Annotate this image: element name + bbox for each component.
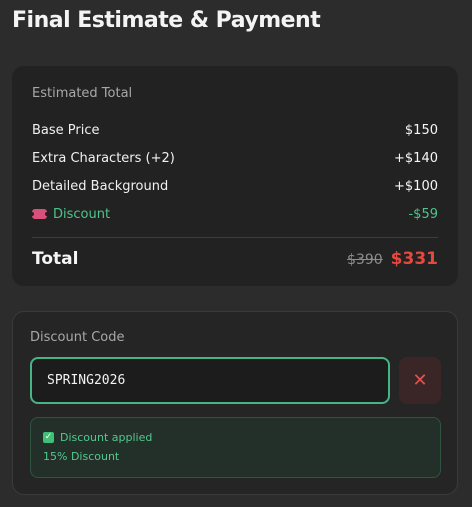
- close-icon: ✕: [412, 370, 428, 391]
- discount-status-box: ✓ Discount applied 15% Discount: [30, 417, 441, 478]
- line-item-amount: +$140: [394, 150, 438, 166]
- original-price: $390: [347, 252, 383, 268]
- ticket-icon: [30, 209, 49, 219]
- line-item-amount: $150: [404, 122, 438, 138]
- discount-name: Discount: [53, 206, 111, 222]
- status-message: Discount applied: [60, 430, 153, 444]
- discount-code-card: Discount Code ✕ ✓ Discount applied 15% D…: [12, 311, 458, 495]
- line-item-discount: Discount -$59: [30, 200, 438, 228]
- total-label: Total: [32, 249, 79, 269]
- line-item-amount: +$100: [394, 178, 438, 194]
- estimate-card: Estimated Total Base Price $150 Extra Ch…: [12, 66, 458, 286]
- total-values: $390 $331: [347, 249, 438, 269]
- estimated-total-label: Estimated Total: [32, 86, 133, 101]
- final-price: $331: [390, 249, 438, 269]
- line-item-extra-characters: Extra Characters (+2) +$140: [32, 144, 438, 172]
- clear-code-button[interactable]: ✕: [399, 357, 441, 404]
- discount-code-input[interactable]: [30, 357, 390, 404]
- line-item-name: Base Price: [32, 122, 100, 138]
- discount-code-label: Discount Code: [30, 330, 125, 345]
- total-row: Total $390 $331: [32, 238, 438, 280]
- page: Final Estimate & Payment Estimated Total…: [0, 0, 472, 507]
- line-item-detailed-background: Detailed Background +$100: [32, 172, 438, 200]
- line-item-base-price: Base Price $150: [32, 116, 438, 144]
- line-item-name: Detailed Background: [32, 178, 169, 194]
- status-line: ✓ Discount applied: [43, 430, 428, 444]
- check-icon: ✓: [43, 431, 54, 443]
- page-title: Final Estimate & Payment: [12, 8, 321, 33]
- line-item-name: Extra Characters (+2): [32, 150, 175, 166]
- status-detail: 15% Discount: [43, 450, 120, 463]
- discount-name-wrap: Discount: [30, 206, 111, 222]
- discount-amount: -$59: [408, 206, 438, 222]
